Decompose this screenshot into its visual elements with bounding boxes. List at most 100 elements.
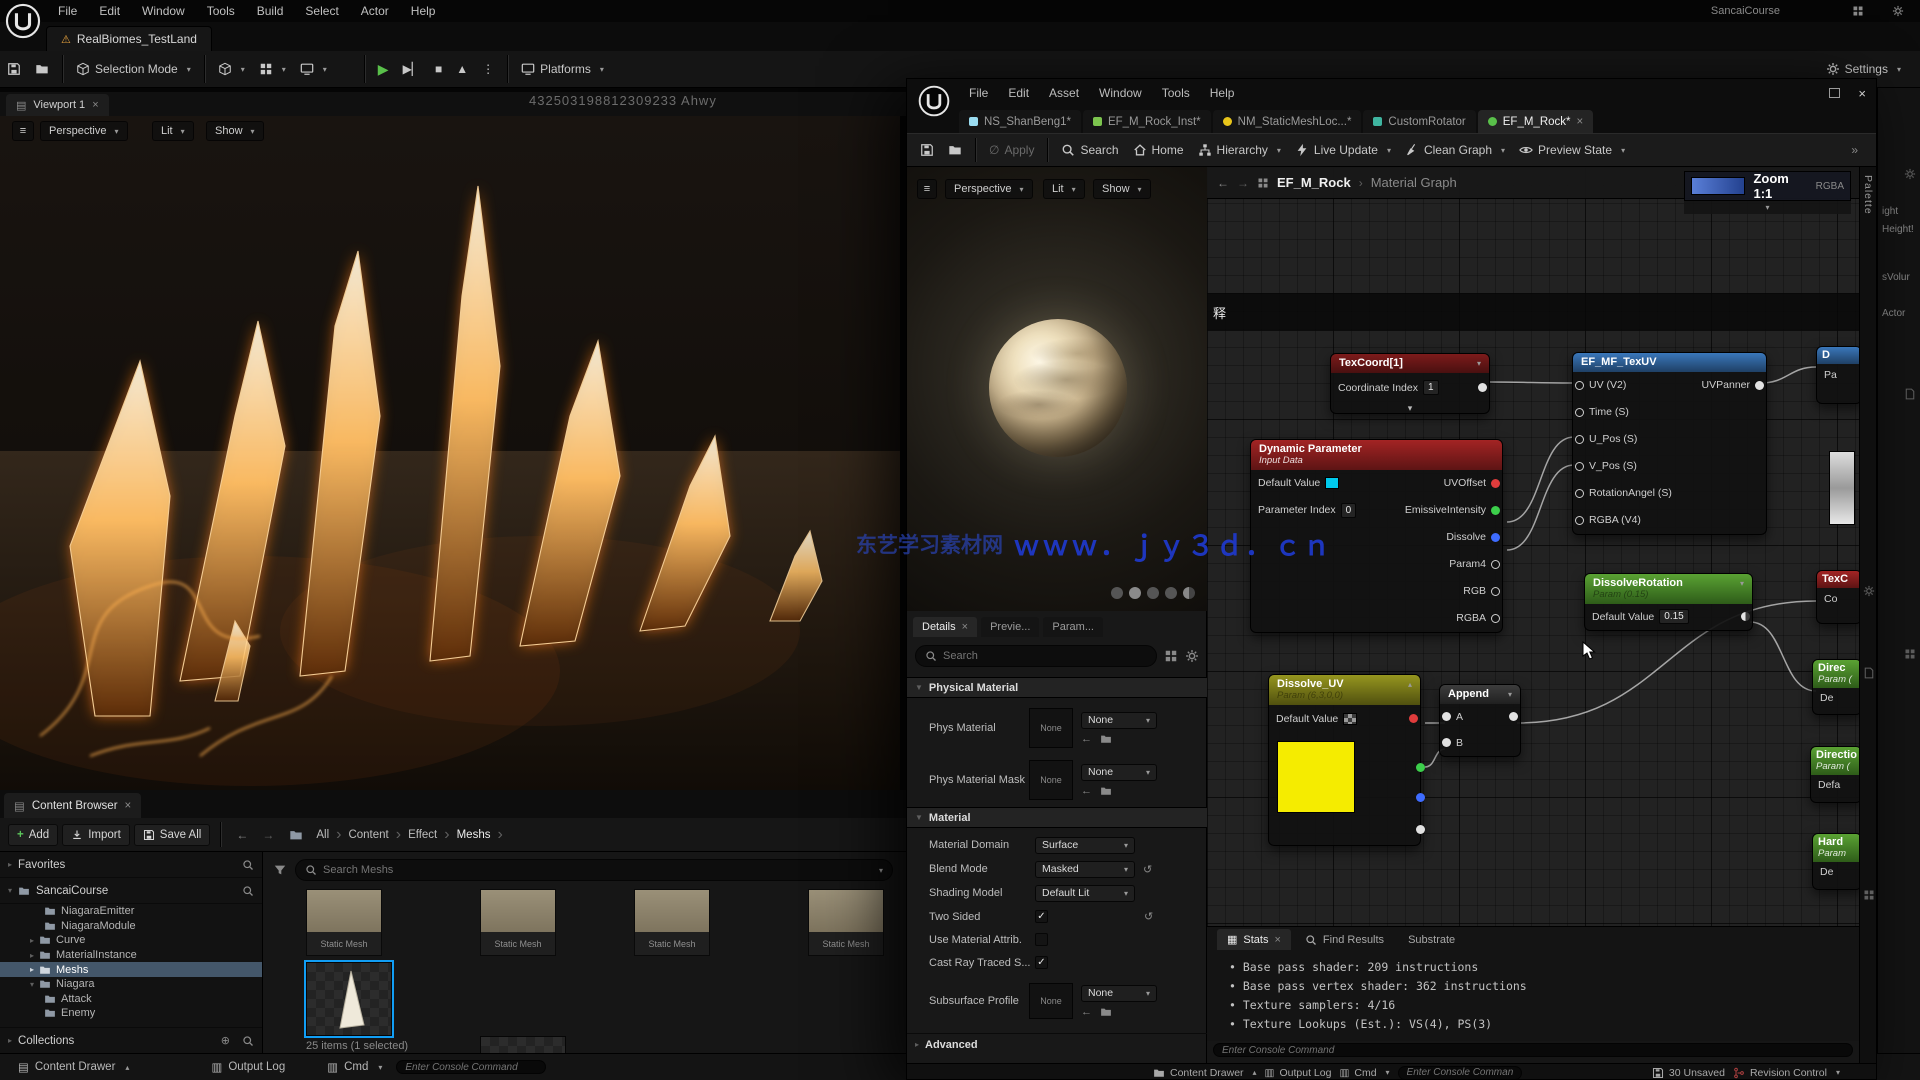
tree-item-curve[interactable]: ▸ Curve (0, 933, 262, 948)
save-button[interactable] (0, 58, 28, 80)
asset-thumbnail-rock[interactable] (480, 1036, 566, 1053)
ed-menu-help[interactable]: Help (1200, 86, 1245, 100)
tab-substrate[interactable]: Substrate (1398, 929, 1465, 950)
material-domain-dropdown[interactable]: Surface▾ (1035, 837, 1135, 854)
blend-mode-dropdown[interactable]: Masked▾ (1035, 861, 1135, 878)
viewport-show-button[interactable]: Show▾ (206, 121, 264, 141)
main-console-input[interactable] (405, 1062, 537, 1073)
preview-perspective-button[interactable]: Perspective▾ (945, 179, 1033, 199)
input-pin-vpos[interactable] (1575, 462, 1584, 471)
output-pin-dissolve[interactable] (1491, 533, 1500, 542)
breadcrumb-effect[interactable]: Effect (405, 829, 440, 841)
browse-to-icon[interactable] (1100, 785, 1112, 797)
default-value-swatch[interactable] (1325, 477, 1339, 489)
output-pin-g[interactable] (1416, 763, 1425, 772)
output-pin-rgba[interactable] (1491, 614, 1500, 623)
breadcrumb-content[interactable]: Content (345, 829, 391, 841)
ed-menu-asset[interactable]: Asset (1039, 86, 1089, 100)
close-icon[interactable]: × (125, 800, 132, 812)
tree-item-attack[interactable]: Attack (0, 992, 262, 1007)
color-swatch[interactable] (1691, 177, 1745, 195)
node-partial-hard[interactable]: HardParam De (1812, 833, 1859, 890)
layout-icon[interactable] (1852, 5, 1864, 17)
revision-control-button[interactable]: Revision Control▾ (1733, 1067, 1840, 1079)
section-material[interactable]: ▼ Material (907, 807, 1207, 828)
browse-to-icon[interactable] (1100, 733, 1112, 745)
default-value-box[interactable]: 0.15 (1659, 609, 1688, 624)
node-expander[interactable]: ▾ (1331, 403, 1489, 413)
preview-show-button[interactable]: Show▾ (1093, 179, 1151, 199)
viewport-menu-icon[interactable]: ≡ (12, 121, 34, 141)
chevron-down-icon[interactable]: ▾ (1477, 359, 1481, 368)
create-actor-button[interactable]: ▾ (211, 58, 252, 80)
favorites-section[interactable]: ▸ Favorites (0, 852, 262, 878)
close-icon[interactable]: × (1274, 934, 1280, 946)
phys-material-mask-dropdown[interactable]: None▾ (1081, 764, 1157, 781)
tab-ef-m-rock[interactable]: EF_M_Rock* × (1478, 110, 1593, 133)
ed-menu-tools[interactable]: Tools (1152, 86, 1200, 100)
node-header[interactable]: TexCoord[1] ▾ (1331, 354, 1489, 373)
output-pin-emissive[interactable] (1491, 506, 1500, 515)
section-physical-material[interactable]: ▼ Physical Material (907, 677, 1207, 698)
close-icon[interactable]: × (962, 621, 968, 633)
content-drawer-button[interactable]: ▤ Content Drawer ▴ (10, 1057, 137, 1077)
strip-grid-icon[interactable] (1863, 889, 1875, 901)
breadcrumb-all[interactable]: All (313, 829, 332, 841)
asset-thumbnail-spike-selected[interactable] (306, 962, 392, 1036)
node-ef-mf-texuv[interactable]: EF_MF_TexUV UV (V2) UVPanner Time (S) U_… (1572, 352, 1767, 535)
chevron-down-icon[interactable]: ▾ (1508, 690, 1512, 699)
search-icon[interactable] (242, 885, 254, 897)
breadcrumb-meshs[interactable]: Meshs (454, 829, 494, 841)
ed-cmd-dropdown[interactable]: ▥ Cmd▾ (1339, 1067, 1389, 1079)
panel-icon[interactable] (1904, 648, 1916, 660)
search-icon[interactable] (242, 859, 254, 871)
close-window-icon[interactable]: × (1858, 86, 1866, 101)
viewport-perspective-button[interactable]: Perspective▾ (40, 121, 128, 141)
color-preview-yellow[interactable] (1277, 741, 1355, 813)
two-sided-checkbox[interactable]: ✓ (1035, 910, 1048, 923)
cmd-dropdown[interactable]: ▥ Cmd ▾ (319, 1057, 390, 1077)
tab-ns-shanbeng1[interactable]: NS_ShanBeng1* (959, 110, 1081, 133)
close-icon[interactable]: × (1577, 116, 1584, 128)
tab-customrotator[interactable]: CustomRotator (1363, 110, 1475, 133)
ed-save-button[interactable] (913, 139, 941, 161)
tree-item-niagaramodule[interactable]: NiagaraModule (0, 919, 262, 934)
project-tab[interactable]: ⚠ RealBiomes_TestLand (46, 26, 212, 51)
nav-back-icon[interactable]: ← (1217, 176, 1229, 190)
tree-item-niagaraemitter[interactable]: NiagaraEmitter (0, 904, 262, 919)
asset-card[interactable]: Static Mesh (634, 889, 710, 956)
close-icon[interactable]: × (92, 99, 98, 111)
menu-window[interactable]: Window (132, 4, 195, 18)
tab-preview-settings[interactable]: Previe... (981, 617, 1039, 637)
asset-card[interactable]: Static Mesh (808, 889, 884, 956)
ed-browse-button[interactable] (941, 139, 969, 161)
material-graph-canvas[interactable]: 释 ← → EF_M_Rock › Material Graph (1207, 167, 1859, 926)
phys-material-dropdown[interactable]: None▾ (1081, 712, 1157, 729)
tab-find-results[interactable]: Find Results (1295, 929, 1394, 950)
platforms-dropdown[interactable]: Platforms ▾ (514, 58, 611, 80)
subsurface-profile-thumb[interactable]: None (1029, 983, 1073, 1019)
output-pin-rgb[interactable] (1491, 587, 1500, 596)
palette-tab[interactable]: Palette (1862, 175, 1874, 220)
window-options-icon[interactable] (1892, 5, 1904, 17)
input-pin-time[interactable] (1575, 408, 1584, 417)
output-pin[interactable] (1478, 383, 1487, 392)
texture-preview-strip[interactable] (1829, 451, 1855, 525)
graph-grid-icon[interactable] (1257, 177, 1269, 189)
node-dissolve-rotation[interactable]: DissolveRotation ▾ Param (0.15) Default … (1584, 573, 1753, 631)
menu-actor[interactable]: Actor (351, 4, 399, 18)
overlay-expander[interactable]: ▾ (1684, 201, 1851, 214)
add-button[interactable]: + Add (8, 824, 58, 846)
asset-search[interactable]: ▾ (295, 859, 893, 881)
cast-ray-traced-checkbox[interactable]: ✓ (1035, 956, 1048, 969)
tree-item-materialinstance[interactable]: ▸ MaterialInstance (0, 948, 262, 963)
viewport-tab[interactable]: ▤ Viewport 1 × (6, 94, 109, 116)
menu-file[interactable]: File (48, 4, 87, 18)
input-pin-b[interactable] (1442, 738, 1451, 747)
shape-plane-button[interactable] (1147, 587, 1159, 599)
output-pin-b[interactable] (1416, 793, 1425, 802)
restore-window-icon[interactable] (1829, 88, 1840, 98)
tab-parameters[interactable]: Param... (1043, 617, 1103, 637)
node-partial-blue[interactable]: D Pa (1816, 346, 1859, 404)
browse-to-icon[interactable] (1100, 1006, 1112, 1018)
